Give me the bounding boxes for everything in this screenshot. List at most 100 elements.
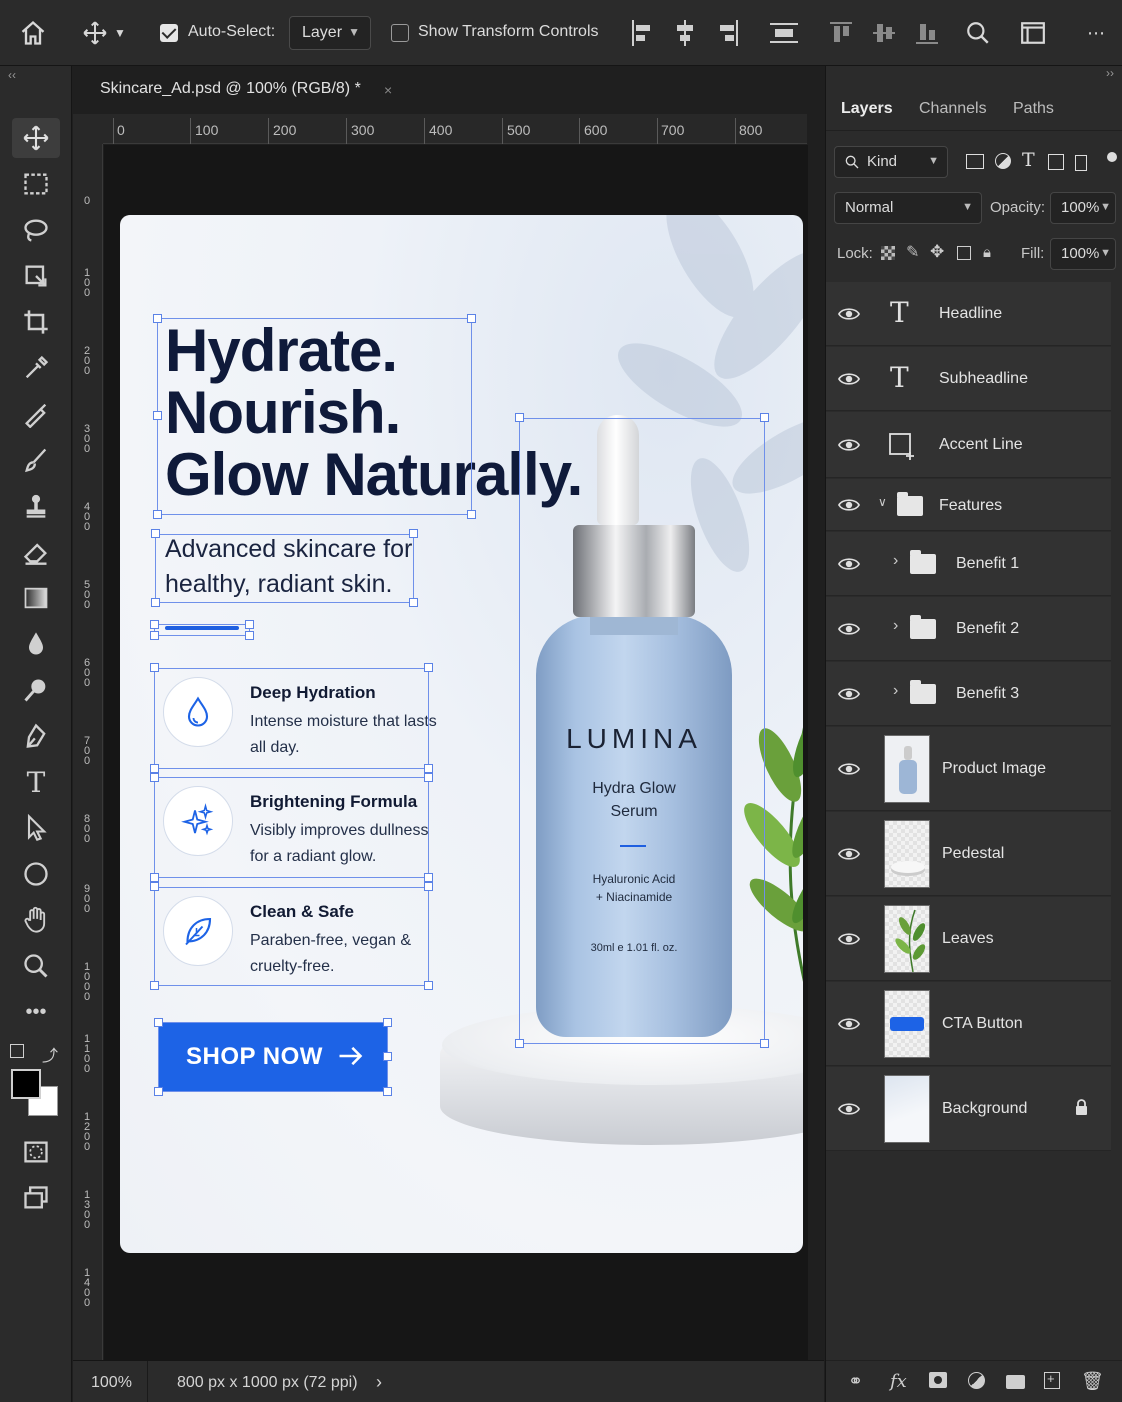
visibility-eye-icon[interactable] xyxy=(838,497,860,513)
layer-style-fx-icon[interactable]: fx xyxy=(890,1371,907,1392)
default-colors-icon[interactable] xyxy=(10,1044,24,1058)
filter-toggle-icon[interactable] xyxy=(1107,152,1117,162)
move-tool-chevron-down-icon[interactable]: ▼ xyxy=(110,13,130,53)
new-group-folder-icon[interactable] xyxy=(1006,1375,1025,1389)
zoom-tool-icon[interactable] xyxy=(12,946,60,986)
search-icon[interactable] xyxy=(958,13,998,53)
quick-mask-icon[interactable] xyxy=(12,1132,60,1172)
close-document-icon[interactable]: × xyxy=(384,82,392,98)
collapse-panel-icon[interactable]: ›› xyxy=(1106,66,1114,80)
layer-group-benefit-2[interactable]: › Benefit 2 xyxy=(826,597,1111,661)
filter-shape-icon[interactable] xyxy=(1048,154,1064,170)
auto-select-target-dropdown[interactable]: Layer ▼ xyxy=(289,16,371,50)
visibility-eye-icon[interactable] xyxy=(838,846,860,862)
layer-pedestal[interactable]: Pedestal xyxy=(826,812,1111,896)
align-center-icon[interactable] xyxy=(673,20,697,46)
fill-field[interactable]: 100% ▼ xyxy=(1050,238,1116,270)
gradient-tool-icon[interactable] xyxy=(12,578,60,618)
align-middle-icon[interactable] xyxy=(873,20,897,46)
ellipse-tool-icon[interactable] xyxy=(12,854,60,894)
lasso-tool-icon[interactable] xyxy=(12,210,60,250)
blend-mode-dropdown[interactable]: Normal ▼ xyxy=(834,192,982,224)
layer-group-features[interactable]: ∨ Features xyxy=(826,479,1111,531)
layer-group-benefit-1[interactable]: › Benefit 1 xyxy=(826,532,1111,596)
link-layers-icon[interactable]: ⚭ xyxy=(848,1371,863,1392)
chevron-down-icon[interactable]: ∨ xyxy=(878,495,887,509)
delete-layer-trash-icon[interactable]: 🗑︎ xyxy=(1081,1371,1104,1392)
auto-select-checkbox[interactable] xyxy=(160,24,178,42)
object-select-tool-icon[interactable] xyxy=(12,256,60,296)
chevron-right-icon[interactable]: › xyxy=(376,1372,382,1393)
foreground-color-swatch[interactable] xyxy=(11,1069,41,1099)
workspace-icon[interactable] xyxy=(1013,13,1053,53)
visibility-eye-icon[interactable] xyxy=(838,306,860,322)
align-right-icon[interactable] xyxy=(716,20,740,46)
visibility-eye-icon[interactable] xyxy=(838,556,860,572)
swap-colors-icon[interactable]: ⤴ xyxy=(42,1042,58,1066)
layer-accent-line[interactable]: Accent Line xyxy=(826,412,1111,478)
dodge-tool-icon[interactable] xyxy=(12,670,60,710)
clone-stamp-tool-icon[interactable] xyxy=(12,486,60,526)
chevron-right-icon[interactable]: › xyxy=(893,552,898,570)
path-selection-tool-icon[interactable] xyxy=(12,808,60,848)
lock-all-icon[interactable]: 🔒︎ xyxy=(983,244,991,261)
filter-image-icon[interactable] xyxy=(966,154,984,169)
tab-layers[interactable]: Layers xyxy=(841,100,893,118)
visibility-eye-icon[interactable] xyxy=(838,1016,860,1032)
lock-artboard-icon[interactable] xyxy=(957,246,971,260)
visibility-eye-icon[interactable] xyxy=(838,761,860,777)
tab-paths[interactable]: Paths xyxy=(1013,100,1054,118)
type-tool-icon[interactable]: T xyxy=(12,762,60,802)
screen-mode-icon[interactable] xyxy=(12,1178,60,1218)
brush-tool-icon[interactable] xyxy=(12,440,60,480)
hand-tool-icon[interactable] xyxy=(12,900,60,940)
healing-brush-tool-icon[interactable] xyxy=(12,394,60,434)
lock-position-icon[interactable]: ✥ xyxy=(930,242,944,262)
zoom-level[interactable]: 100% xyxy=(91,1374,132,1392)
document-tab[interactable]: Skincare_Ad.psd @ 100% (RGB/8) * × xyxy=(73,66,823,114)
align-bottom-icon[interactable] xyxy=(916,20,940,46)
lock-pixels-icon[interactable]: ✎ xyxy=(906,242,919,262)
layer-product-image[interactable]: Product Image xyxy=(826,727,1111,811)
filter-type-icon[interactable]: T xyxy=(1022,149,1035,171)
tab-channels[interactable]: Channels xyxy=(919,100,987,118)
show-transform-checkbox[interactable] xyxy=(391,24,409,42)
opacity-field[interactable]: 100% ▼ xyxy=(1050,192,1116,224)
eyedropper-tool-icon[interactable] xyxy=(12,348,60,388)
marquee-tool-icon[interactable] xyxy=(12,164,60,204)
align-top-icon[interactable] xyxy=(830,20,854,46)
pen-tool-icon[interactable] xyxy=(12,716,60,756)
eraser-tool-icon[interactable] xyxy=(12,532,60,572)
chevron-right-icon[interactable]: › xyxy=(893,617,898,635)
new-layer-icon[interactable]: + xyxy=(1044,1371,1060,1389)
distribute-icon[interactable] xyxy=(770,20,798,46)
layer-group-benefit-3[interactable]: › Benefit 3 xyxy=(826,662,1111,726)
visibility-eye-icon[interactable] xyxy=(838,371,860,387)
visibility-eye-icon[interactable] xyxy=(838,1101,860,1117)
more-tools-icon[interactable]: ••• xyxy=(12,992,60,1032)
align-left-icon[interactable] xyxy=(630,20,654,46)
layer-background[interactable]: Background xyxy=(826,1067,1111,1151)
move-tool-icon[interactable] xyxy=(12,118,60,158)
visibility-eye-icon[interactable] xyxy=(838,621,860,637)
blur-tool-icon[interactable] xyxy=(12,624,60,664)
lock-transparency-icon[interactable] xyxy=(881,246,895,260)
chevron-right-icon[interactable]: › xyxy=(893,682,898,700)
layer-headline[interactable]: T Headline xyxy=(826,282,1111,346)
layer-cta-button[interactable]: CTA Button xyxy=(826,982,1111,1066)
visibility-eye-icon[interactable] xyxy=(838,686,860,702)
visibility-eye-icon[interactable] xyxy=(838,437,860,453)
crop-tool-icon[interactable] xyxy=(12,302,60,342)
more-options-icon[interactable]: ⋯ xyxy=(1076,13,1116,53)
visibility-eye-icon[interactable] xyxy=(838,931,860,947)
layer-subheadline[interactable]: T Subheadline xyxy=(826,347,1111,411)
collapse-toolbar-icon[interactable]: ‹‹ xyxy=(8,68,16,82)
move-tool-icon[interactable] xyxy=(75,13,115,53)
new-adjustment-layer-icon[interactable] xyxy=(968,1372,985,1389)
home-icon[interactable] xyxy=(13,13,53,53)
add-mask-icon[interactable] xyxy=(929,1372,947,1388)
layer-leaves[interactable]: Leaves xyxy=(826,897,1111,981)
layer-filter-dropdown[interactable]: Kind ▼ xyxy=(834,146,948,178)
filter-adjustment-icon[interactable] xyxy=(995,153,1011,169)
filter-smart-object-icon[interactable] xyxy=(1075,155,1087,171)
